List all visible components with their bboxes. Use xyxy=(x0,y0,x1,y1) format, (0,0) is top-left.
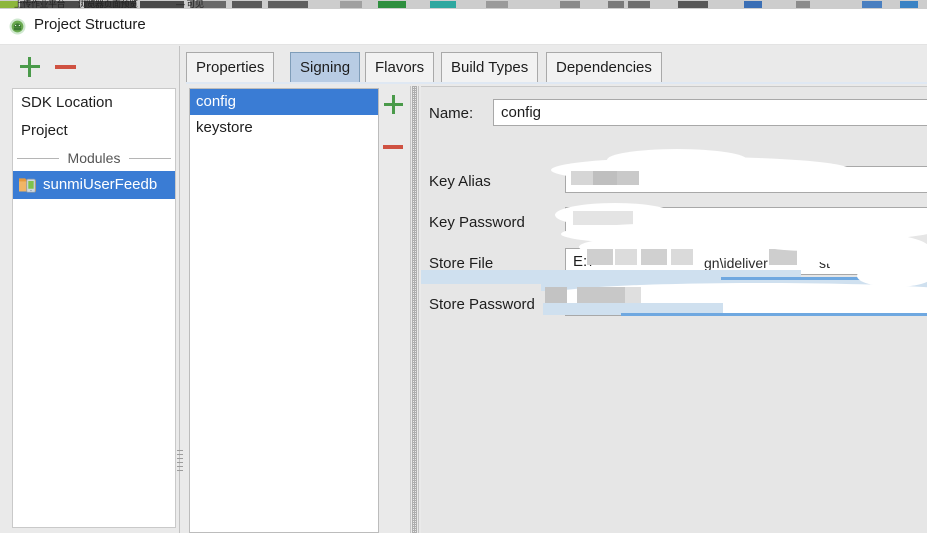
project-structure-nav-list[interactable]: SDK Location Project Modules sunmiUserFe… xyxy=(12,88,176,528)
background-text-fragment: 上传作业平台 xyxy=(14,0,65,9)
splitter-grip[interactable] xyxy=(177,450,183,474)
store-file-path-fragment-2: gn\ideliver xyxy=(704,255,768,271)
android-module-icon xyxy=(18,176,37,193)
add-signing-config-button[interactable] xyxy=(382,93,406,117)
tab-label: Signing xyxy=(300,59,350,76)
tab-label: Properties xyxy=(196,59,264,76)
signing-config-buttons xyxy=(380,90,408,180)
tab-signing[interactable]: Signing xyxy=(290,52,360,82)
name-field-value: config xyxy=(501,104,541,121)
list-item-config[interactable]: config xyxy=(190,89,378,115)
left-splitter[interactable] xyxy=(176,46,186,533)
tab-label: Build Types xyxy=(451,59,528,76)
tab-label: Flavors xyxy=(375,59,424,76)
name-label: Name: xyxy=(429,105,473,122)
background-text-fragment: 浏览器页面预览 xyxy=(78,0,138,9)
redaction-stroke-line xyxy=(721,277,927,280)
sidebar-item-label: SDK Location xyxy=(21,94,113,111)
tab-properties[interactable]: Properties xyxy=(186,52,274,82)
left-toolbar xyxy=(0,46,176,88)
splitter-edge-left xyxy=(410,86,411,533)
store-file-label: Store File xyxy=(429,255,493,272)
store-password-label: Store Password xyxy=(429,296,535,313)
background-window-strip: 上传作业平台 浏览器页面预览 — 可见 xyxy=(0,0,927,9)
tab-label: Dependencies xyxy=(556,59,652,76)
project-structure-window: 上传作业平台 浏览器页面预览 — 可见 Project Structure SDK … xyxy=(0,0,927,533)
modules-label: Modules xyxy=(68,150,121,166)
tab-flavors[interactable]: Flavors xyxy=(365,52,434,82)
sidebar-item-label: sunmiUserFeedb xyxy=(43,176,157,193)
store-file-field-value: E:\ xyxy=(573,253,591,270)
store-password-field[interactable] xyxy=(565,289,927,316)
tab-dependencies[interactable]: Dependencies xyxy=(546,52,662,82)
remove-signing-config-button[interactable] xyxy=(382,135,406,159)
list-item-label: keystore xyxy=(196,119,253,136)
store-file-path-fragment-3: st xyxy=(819,255,830,271)
remove-module-button[interactable] xyxy=(53,54,79,80)
list-item-keystore[interactable]: keystore xyxy=(190,115,378,141)
center-splitter[interactable] xyxy=(409,86,421,533)
tab-bar[interactable]: Properties Signing Flavors Build Types D… xyxy=(186,52,927,84)
separator-line-right xyxy=(129,158,171,159)
title-bar: Project Structure xyxy=(0,9,927,45)
sidebar-item-project[interactable]: Project xyxy=(13,117,175,145)
key-password-field[interactable] xyxy=(565,207,927,234)
sidebar-item-label: Project xyxy=(21,122,68,139)
splitter-grip-dots xyxy=(412,86,417,533)
sidebar-item-sdk-location[interactable]: SDK Location xyxy=(13,89,175,117)
signing-config-form: Name: config Key Alias Key Password Stor… xyxy=(421,86,927,533)
page-title: Project Structure xyxy=(34,16,146,33)
key-alias-field[interactable] xyxy=(565,166,927,193)
add-module-button[interactable] xyxy=(17,54,43,80)
sidebar-item-module[interactable]: sunmiUserFeedb xyxy=(13,171,175,199)
key-password-label: Key Password xyxy=(429,214,525,231)
splitter-edge-right xyxy=(418,86,419,533)
list-item-label: config xyxy=(196,93,236,110)
minus-icon xyxy=(55,65,76,69)
tab-underline xyxy=(186,82,927,84)
plus-icon-vertical xyxy=(28,57,31,77)
separator-line-left xyxy=(17,158,59,159)
plus-icon-vertical xyxy=(392,95,395,114)
name-field[interactable]: config xyxy=(493,99,927,126)
background-text-fragment: — 可见 xyxy=(176,0,204,9)
redaction-block xyxy=(545,287,567,303)
modules-section-header: Modules xyxy=(13,145,175,171)
key-alias-label: Key Alias xyxy=(429,173,491,190)
signing-config-list[interactable]: config keystore xyxy=(189,88,379,533)
tab-build-types[interactable]: Build Types xyxy=(441,52,538,82)
minus-icon xyxy=(383,145,403,149)
android-studio-icon xyxy=(9,18,26,35)
